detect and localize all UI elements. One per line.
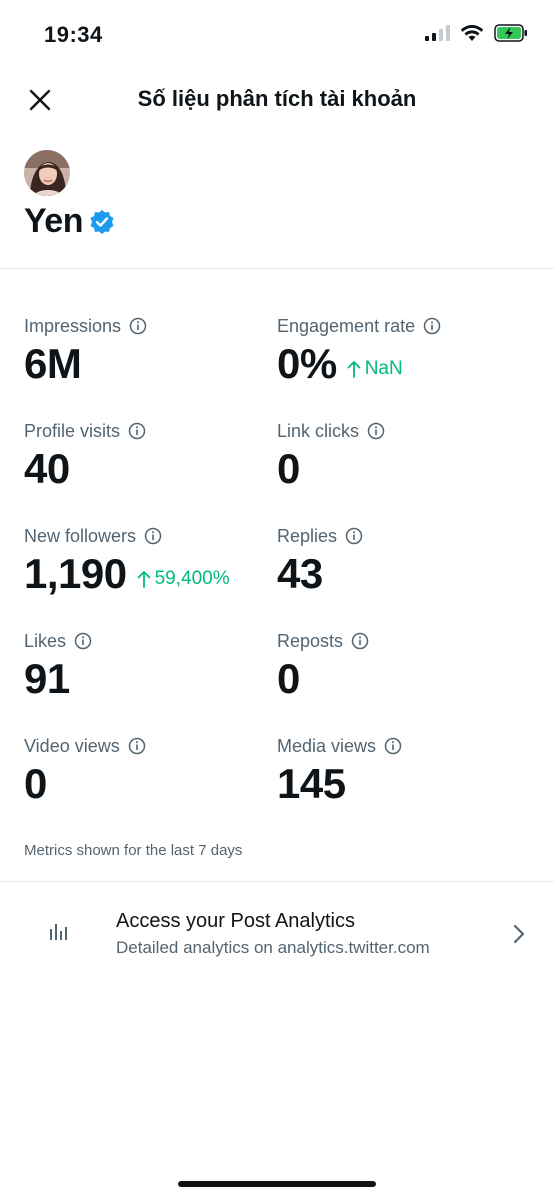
- metric-value: 0: [277, 655, 300, 702]
- header: Số liệu phân tích tài khoản: [0, 70, 554, 130]
- verified-badge-icon[interactable]: [89, 209, 115, 235]
- post-analytics-title: Access your Post Analytics: [116, 910, 355, 932]
- page-title: Số liệu phân tích tài khoản: [137, 86, 417, 111]
- divider: [0, 881, 554, 882]
- metric-value: 0: [277, 445, 300, 492]
- status-bar: 19:34: [0, 0, 554, 70]
- chevron-right-icon: [513, 924, 525, 944]
- metric-value: 1,190: [24, 550, 127, 597]
- metric-label: Replies: [277, 525, 338, 546]
- avatar[interactable]: [24, 150, 70, 196]
- wifi-icon: [460, 25, 484, 41]
- info-icon[interactable]: [423, 317, 441, 335]
- avatar-image: [24, 150, 70, 196]
- metric-link-clicks: Link clicks 0: [277, 419, 527, 493]
- metric-label: Impressions: [24, 315, 122, 336]
- metric-value: 43: [277, 550, 323, 597]
- info-icon[interactable]: [128, 422, 146, 440]
- metric-label: Media views: [277, 735, 377, 756]
- battery-charging-icon: [494, 24, 527, 42]
- divider: [0, 268, 554, 269]
- cellular-signal-icon: [425, 25, 450, 41]
- metric-value: 91: [24, 655, 70, 702]
- profile-section: Yen: [24, 150, 115, 241]
- arrow-up-icon: [347, 361, 361, 378]
- metric-label: Link clicks: [277, 420, 360, 441]
- profile-name: Yen: [24, 202, 83, 240]
- metric-value: 40: [24, 445, 70, 492]
- info-icon[interactable]: [74, 632, 92, 650]
- metric-profile-visits: Profile visits 40: [24, 419, 274, 493]
- metric-label: New followers: [24, 525, 137, 546]
- metric-impressions: Impressions 6M: [24, 314, 274, 388]
- metric-value: 0%: [277, 340, 337, 387]
- home-indicator[interactable]: [178, 1181, 376, 1187]
- metric-likes: Likes 91: [24, 629, 274, 703]
- post-analytics-link[interactable]: Access your Post Analytics Detailed anal…: [0, 900, 554, 972]
- metric-value: 145: [277, 760, 346, 807]
- post-analytics-subtitle: Detailed analytics on analytics.twitter.…: [116, 938, 430, 957]
- metric-label: Reposts: [277, 630, 344, 651]
- info-icon[interactable]: [345, 527, 363, 545]
- bar-chart-icon: [50, 924, 67, 940]
- info-icon[interactable]: [129, 317, 147, 335]
- metric-new-followers: New followers 1,190 59,400%: [24, 524, 276, 598]
- metric-change: NaN: [347, 358, 403, 380]
- metric-change: 59,400%: [137, 568, 230, 590]
- info-icon[interactable]: [128, 737, 146, 755]
- metric-value: 6M: [24, 340, 82, 387]
- info-icon[interactable]: [351, 632, 369, 650]
- metric-reposts: Reposts 0: [277, 629, 527, 703]
- status-time: 19:34: [44, 22, 103, 47]
- status-icons: [424, 24, 528, 42]
- metric-change-value: NaN: [364, 358, 403, 379]
- metric-media-views: Media views 145: [277, 734, 527, 808]
- info-icon[interactable]: [384, 737, 402, 755]
- metrics-footnote: Metrics shown for the last 7 days: [24, 842, 243, 859]
- metric-label: Engagement rate: [277, 315, 416, 336]
- metric-replies: Replies 43: [277, 524, 527, 598]
- info-icon[interactable]: [367, 422, 385, 440]
- metric-change-value: 59,400%: [154, 568, 230, 589]
- metric-video-views: Video views 0: [24, 734, 274, 808]
- metric-label: Video views: [24, 735, 120, 756]
- metric-value: 0: [24, 760, 47, 807]
- metric-engagement-rate: Engagement rate 0% NaN: [277, 314, 527, 388]
- profile-name-row: Yen: [24, 202, 115, 241]
- info-icon[interactable]: [144, 527, 162, 545]
- metric-label: Profile visits: [24, 420, 121, 441]
- arrow-up-icon: [137, 571, 151, 588]
- metric-label: Likes: [24, 630, 67, 651]
